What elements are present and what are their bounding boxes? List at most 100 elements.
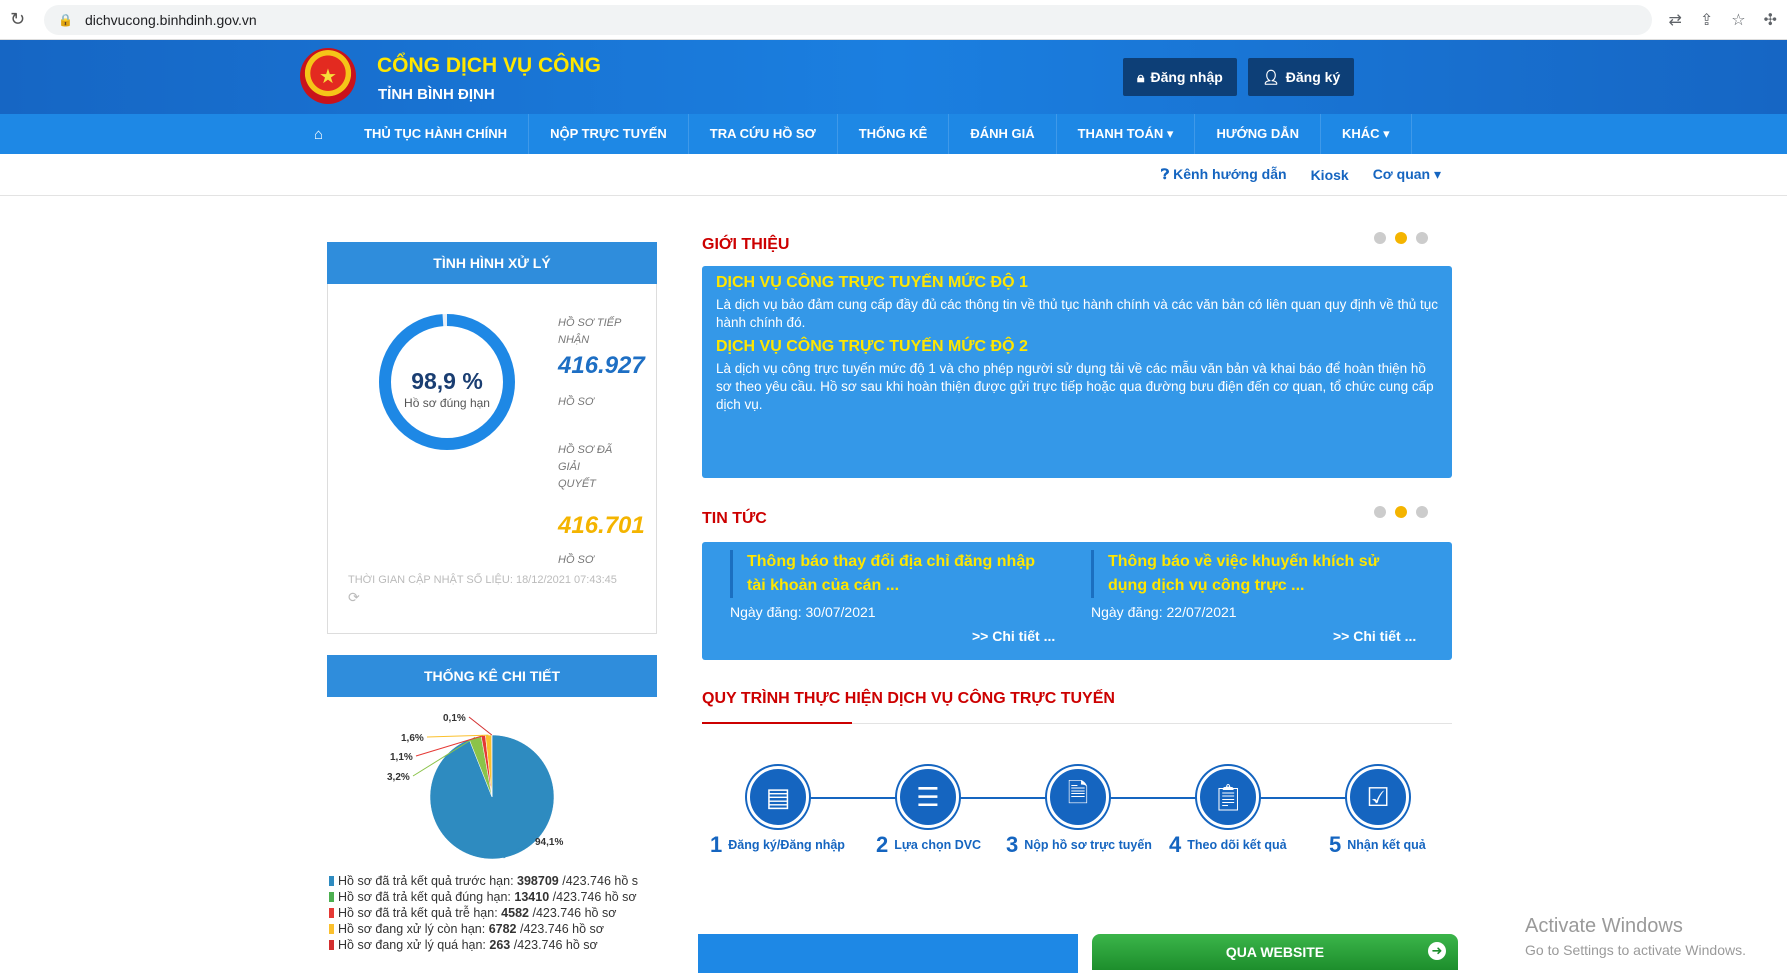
received-unit: HỒ SƠ (558, 394, 594, 411)
legend-swatch (329, 924, 334, 934)
news-item-title[interactable]: Thông báo về việc khuyến khích sử dụng d… (1091, 550, 1411, 598)
check-icon[interactable]: ☑ (1347, 766, 1409, 828)
news-more-link[interactable]: >> Chi tiết ... (972, 628, 1055, 644)
list-icon[interactable]: ☰ (897, 766, 959, 828)
translate-icon[interactable]: ⇄ (1668, 10, 1681, 30)
title-underline (702, 722, 852, 724)
step-label: 5Nhận kết quả (1329, 832, 1426, 858)
news-item-date: Ngày đăng: 22/07/2021 (1091, 604, 1411, 620)
legend-total: /423.746 hồ sơ (553, 890, 637, 904)
step-label: 3 Nộp hồ sơ trực tuyến (1006, 832, 1152, 858)
legend-total: /423.746 hồ sơ (514, 938, 598, 952)
guide-link[interactable]: ❓︎ Kênh hướng dẫn (1161, 166, 1287, 183)
nav-item-khac[interactable]: KHÁC ▾ (1321, 114, 1412, 154)
login-button[interactable]: 🔒︎ Đăng nhập (1123, 58, 1237, 96)
legend-swatch (329, 940, 334, 950)
process-section: QUY TRÌNH THỰC HIỆN DỊCH VỤ CÔNG TRỰC TU… (702, 690, 1452, 708)
nav-item-thanh-toan[interactable]: THANH TOÁN ▾ (1057, 114, 1196, 154)
stats-pie-chart: 94,1%3,2%1,1%1,6%0,1% (327, 697, 657, 867)
processing-title: TÌNH HÌNH XỬ LÝ (327, 242, 657, 284)
nav-item-nop-truc-tuyen[interactable]: NỘP TRỰC TUYẾN (529, 114, 689, 154)
intro-carousel-dots (1374, 232, 1428, 244)
browser-toolbar: ↻ 🔒 dichvucong.binhdinh.gov.vn ⇄ ⇪ ☆ ✣ (0, 0, 1787, 40)
intro-section: GIỚI THIỆU DỊCH VỤ CÔNG TRỰC TUYẾN MỨC Đ… (702, 236, 1452, 478)
news-item-date: Ngày đăng: 30/07/2021 (730, 604, 1050, 620)
step-number: 3 (1006, 832, 1018, 857)
pie-value-label: 1,6% (401, 733, 424, 744)
legend-value: 263 (489, 938, 510, 952)
pie-value-label: 1,1% (390, 752, 413, 763)
step-text: Nộp hồ sơ trực tuyến (1024, 838, 1152, 852)
legend-label: Hồ sơ đã trả kết quả trước hạn: (338, 874, 514, 888)
lock-icon: 🔒︎ (1137, 69, 1144, 86)
nav-item-thu-tuc[interactable]: THỦ TỤC HÀNH CHÍNH (343, 114, 529, 154)
news-more-link[interactable]: >> Chi tiết ... (1333, 628, 1416, 644)
question-icon: ❓︎ (1161, 166, 1173, 182)
legend-total: /423.746 hồ sơ (532, 906, 616, 920)
star-icon[interactable]: ☆ (1731, 10, 1745, 30)
legend-swatch (329, 908, 334, 918)
lock-icon: 🔒 (58, 13, 73, 27)
nav-item-tra-cuu[interactable]: TRA CỨU HỒ SƠ (689, 114, 838, 154)
intro-title: GIỚI THIỆU (702, 236, 1452, 254)
carousel-dot[interactable] (1374, 232, 1386, 244)
legend-total: /423.746 hồ sơ (520, 922, 604, 936)
id-card-icon[interactable]: ▤ (747, 766, 809, 828)
legend-swatch (329, 876, 334, 886)
document-icon[interactable]: 🗎︎ (1047, 766, 1109, 828)
register-button[interactable]: 👤︎ Đăng ký (1248, 58, 1354, 96)
legend-swatch (329, 892, 334, 902)
sub-nav: ❓︎ Kênh hướng dẫn Kiosk Cơ quan ▾ (0, 154, 1787, 196)
activate-windows-hint: Go to Settings to activate Windows. (1525, 942, 1746, 958)
intro-text-1: Là dịch vụ bảo đảm cung cấp đầy đủ các t… (716, 296, 1438, 332)
address-bar[interactable]: 🔒 dichvucong.binhdinh.gov.vn (44, 5, 1652, 35)
nav-item-danh-gia[interactable]: ĐÁNH GIÁ (949, 114, 1056, 154)
step-label: 1Đăng ký/Đăng nhập (710, 832, 845, 858)
qua-website-button[interactable]: QUA WEBSITE ➜ (1092, 934, 1458, 970)
carousel-dot[interactable] (1416, 232, 1428, 244)
nav-item-huong-dan[interactable]: HƯỚNG DẪN (1195, 114, 1321, 154)
user-plus-icon: 👤︎ (1262, 69, 1280, 86)
legend-total: /423.746 hồ s (562, 874, 638, 888)
bottom-banner[interactable] (698, 934, 1078, 973)
legend-value: 6782 (489, 922, 517, 936)
nav-item-thong-ke[interactable]: THỐNG KÊ (838, 114, 950, 154)
pie-value-label: 94,1% (535, 837, 563, 848)
clipboard-icon[interactable]: 📋︎ (1197, 766, 1259, 828)
step-number: 2 (876, 832, 888, 857)
login-label: Đăng nhập (1150, 69, 1222, 85)
national-emblem-logo[interactable]: ★ (300, 48, 356, 104)
received-label: HỒ SƠ TIẾP NHẬN (558, 315, 628, 349)
carousel-dot[interactable] (1416, 506, 1428, 518)
news-item[interactable]: Thông báo về việc khuyến khích sử dụng d… (1091, 550, 1411, 620)
carousel-dot[interactable] (1374, 506, 1386, 518)
completion-percent: 98,9 % (376, 368, 518, 395)
carousel-dot-active[interactable] (1395, 232, 1407, 244)
news-item[interactable]: Thông báo thay đổi địa chỉ đăng nhập tài… (730, 550, 1050, 620)
legend-item: Hồ sơ đã trả kết quả trễ hạn: 4582 /423.… (329, 905, 657, 921)
home-icon[interactable]: ⌂ (294, 126, 343, 143)
guide-label: Kênh hướng dẫn (1173, 166, 1286, 182)
reload-icon[interactable]: ↻ (10, 9, 34, 30)
legend-item: Hồ sơ đang xử lý còn hạn: 6782 /423.746 … (329, 921, 657, 937)
stats-legend: Hồ sơ đã trả kết quả trước hạn: 398709 /… (329, 873, 657, 953)
completion-label: Hồ sơ đúng hạn (376, 396, 518, 410)
intro-box: DỊCH VỤ CÔNG TRỰC TUYẾN MỨC ĐỘ 1 Là dịch… (702, 266, 1452, 478)
legend-label: Hồ sơ đã trả kết quả trễ hạn: (338, 906, 498, 920)
arrow-right-icon: ➜ (1428, 942, 1446, 960)
share-icon[interactable]: ⇪ (1700, 10, 1713, 30)
agency-dropdown[interactable]: Cơ quan ▾ (1373, 166, 1441, 183)
extensions-icon[interactable]: ✣ (1764, 10, 1777, 30)
step-text: Đăng ký/Đăng nhập (728, 838, 845, 852)
stats-title: THỐNG KÊ CHI TIẾT (327, 655, 657, 697)
site-title[interactable]: CỔNG DỊCH VỤ CÔNG (377, 54, 601, 78)
kiosk-link[interactable]: Kiosk (1311, 167, 1349, 183)
step-number: 4 (1169, 832, 1181, 857)
news-section: TIN TỨC Thông báo thay đổi địa chỉ đăng … (702, 510, 1452, 660)
refresh-icon[interactable]: ⟳ (348, 589, 360, 606)
intro-heading-2: DỊCH VỤ CÔNG TRỰC TUYẾN MỨC ĐỘ 2 (716, 338, 1438, 356)
carousel-dot-active[interactable] (1395, 506, 1407, 518)
processing-panel: TÌNH HÌNH XỬ LÝ 98,9 % Hồ sơ đúng hạn HỒ… (327, 242, 657, 634)
legend-item: Hồ sơ đã trả kết quả đúng hạn: 13410 /42… (329, 889, 657, 905)
news-item-title[interactable]: Thông báo thay đổi địa chỉ đăng nhập tài… (730, 550, 1050, 598)
